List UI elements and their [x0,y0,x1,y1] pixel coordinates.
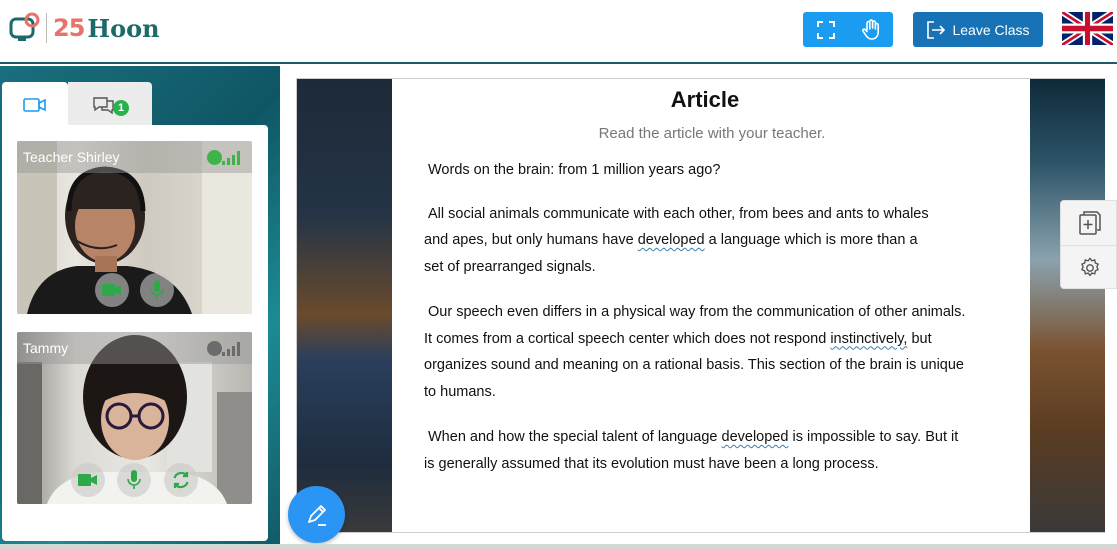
participant-name: Tammy [23,340,69,356]
logo-icon [9,12,40,41]
chat-unread-badge: 1 [113,99,129,116]
pen-icon [307,504,326,526]
settings-icon [1080,256,1099,277]
classroom-tools [803,12,893,47]
article-line: organizes sound and meaning on a rationa… [424,357,964,373]
connection-status-dot [207,341,222,356]
raise-hand-button[interactable] [848,12,893,47]
toggle-mic-button[interactable] [117,463,151,497]
logo-wordmark: Hoon [87,13,160,43]
uk-flag-icon[interactable] [1062,12,1113,45]
add-page-icon [1078,211,1101,235]
marked-word: developed [721,429,789,445]
logo-divider [46,13,47,43]
refresh-icon [173,471,189,489]
article-paragraph: Words on the brain: from 1 million years… [424,157,994,184]
tab-chat[interactable]: 1 [68,82,152,127]
teacher-video-tile: Teacher Shirley [17,141,252,314]
toggle-camera-button[interactable] [71,463,105,497]
camera-icon [78,474,97,486]
article-line: When and how the special talent of langu… [428,429,959,445]
exit-icon [927,20,946,39]
fullscreen-button[interactable] [803,12,848,47]
side-toolbar [1060,200,1117,289]
signal-strength-icon [222,342,242,356]
article-line: is generally assumed that its evolution … [424,455,879,472]
background-photo-right [1030,79,1105,532]
logo-number: 25 [53,14,85,42]
microphone-icon [150,280,164,299]
refresh-video-button[interactable] [164,463,198,497]
article-title: Article [670,87,740,112]
article-line: Words on the brain: from 1 million years… [428,162,721,178]
settings-button[interactable] [1061,245,1117,289]
article-line: and apes, but only humans have developed… [424,232,918,248]
video-camera-icon [23,97,46,112]
microphone-icon [127,470,141,489]
article-paragraph: When and how the special talent of langu… [424,424,994,477]
background-photo-left [297,79,392,532]
article-line: All social animals communicate with each… [428,205,929,222]
article-line: to humans. [424,383,496,400]
article-line: set of prearranged signals. [424,258,596,275]
article-line: It comes from a cortical speech center w… [424,330,932,347]
leave-class-label: Leave Class [952,21,1030,38]
add-page-button[interactable] [1061,201,1117,245]
marked-word: developed [637,232,705,248]
annotation-pen-button[interactable] [288,486,345,543]
toggle-camera-button[interactable] [95,273,129,307]
tab-video[interactable] [2,82,68,127]
connection-status-dot [207,150,222,165]
leave-class-button[interactable]: Leave Class [913,12,1043,47]
toggle-mic-button[interactable] [140,273,174,307]
raise-hand-icon [861,18,879,40]
fullscreen-icon [816,20,835,39]
participant-name: Teacher Shirley [23,149,120,165]
logo[interactable]: 25 Hoon [8,10,160,46]
top-header: 25 Hoon Leave Class [0,0,1117,64]
article-paragraph: Our speech even differs in a physical wa… [424,299,994,405]
article-subtitle: Read the article with your teacher. [598,125,826,142]
bottom-bar [0,544,1117,550]
article-slide: Article Read the article with your teach… [392,79,1030,532]
article-line: Our speech even differs in a physical wa… [428,304,966,320]
student-video-tile: Tammy [17,332,252,504]
signal-strength-icon [222,151,242,165]
camera-icon [102,284,121,296]
marked-word: instinctively, [830,330,908,347]
article-paragraph: All social animals communicate with each… [424,201,994,281]
article-body: Words on the brain: from 1 million years… [424,157,994,496]
